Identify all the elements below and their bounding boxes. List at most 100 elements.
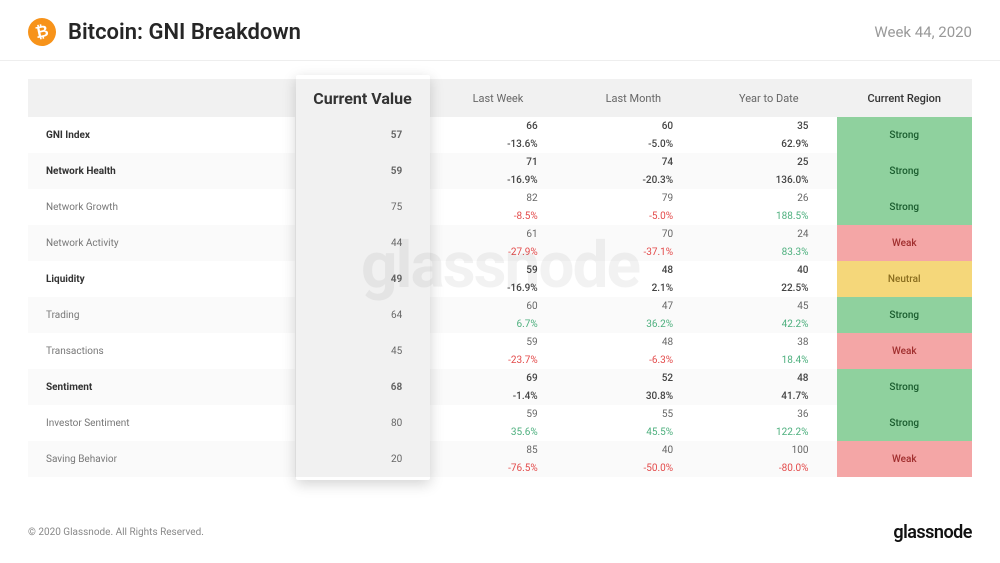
current-value: 68 [295,369,430,405]
last-week-pct: -16.9% [430,279,565,297]
last-month-pct: -50.0% [566,459,701,477]
last-week-pct: -76.5% [430,459,565,477]
last-week-pct: -27.9% [430,243,565,261]
ytd-pct: -80.0% [701,459,836,477]
last-month-value: 47 [566,297,701,315]
last-week-pct: -16.9% [430,171,565,189]
title-wrap: ₿ Bitcoin: GNI Breakdown [28,18,301,46]
region-badge: Strong [837,117,973,153]
last-week-value: 66 [430,117,565,135]
ytd-value: 26 [701,189,836,207]
last-month-value: 52 [566,369,701,387]
ytd-pct: 42.2% [701,315,836,333]
col-current: Current Value [295,79,430,117]
table-row: Liquidity 49 59 48 40 Neutral [28,261,972,279]
gni-table: Current Value Last Week Last Month Year … [28,79,972,477]
ytd-value: 35 [701,117,836,135]
metric-label: Network Growth [28,189,295,225]
metric-label: Network Health [28,153,295,189]
table-row: Sentiment 68 69 52 48 Strong [28,369,972,387]
ytd-value: 38 [701,333,836,351]
brand-logo: glassnode [893,522,972,543]
col-label [28,79,295,117]
table-header-row: Current Value Last Week Last Month Year … [28,79,972,117]
region-badge: Strong [837,369,973,405]
period-label: Week 44, 2020 [874,23,972,41]
table-row: Transactions 45 59 48 38 Weak [28,333,972,351]
last-week-value: 85 [430,441,565,459]
col-ytd: Year to Date [701,79,836,117]
table-row: Network Growth 75 82 79 26 Strong [28,189,972,207]
region-badge: Neutral [837,261,973,297]
last-week-value: 71 [430,153,565,171]
ytd-pct: 18.4% [701,351,836,369]
last-month-pct: 45.5% [566,423,701,441]
last-month-value: 48 [566,333,701,351]
last-week-value: 59 [430,405,565,423]
last-month-pct: -20.3% [566,171,701,189]
last-month-value: 79 [566,189,701,207]
bitcoin-icon: ₿ [25,15,58,48]
last-month-pct: 30.8% [566,387,701,405]
metric-label: Liquidity [28,261,295,297]
last-week-value: 59 [430,333,565,351]
last-month-pct: 2.1% [566,279,701,297]
last-month-pct: -6.3% [566,351,701,369]
last-month-pct: 36.2% [566,315,701,333]
metric-label: Trading [28,297,295,333]
current-value: 20 [295,441,430,477]
region-badge: Strong [837,153,973,189]
last-week-value: 69 [430,369,565,387]
table-row: GNI Index 57 66 60 35 Strong [28,117,972,135]
last-month-value: 70 [566,225,701,243]
last-month-value: 40 [566,441,701,459]
ytd-pct: 41.7% [701,387,836,405]
header: ₿ Bitcoin: GNI Breakdown Week 44, 2020 [0,0,1000,61]
metric-label: Network Activity [28,225,295,261]
last-week-pct: -23.7% [430,351,565,369]
metric-label: Saving Behavior [28,441,295,477]
last-week-value: 61 [430,225,565,243]
last-week-value: 82 [430,189,565,207]
last-month-pct: -5.0% [566,207,701,225]
ytd-pct: 62.9% [701,135,836,153]
last-week-pct: 6.7% [430,315,565,333]
ytd-value: 48 [701,369,836,387]
table-row: Trading 64 60 47 45 Strong [28,297,972,315]
region-badge: Strong [837,189,973,225]
ytd-value: 40 [701,261,836,279]
table-row: Network Activity 44 61 70 24 Weak [28,225,972,243]
ytd-pct: 136.0% [701,171,836,189]
last-week-pct: 35.6% [430,423,565,441]
table-wrap: Current Value Last Week Last Month Year … [0,61,1000,477]
last-month-value: 55 [566,405,701,423]
ytd-pct: 22.5% [701,279,836,297]
table-row: Saving Behavior 20 85 40 100 Weak [28,441,972,459]
footer: © 2020 Glassnode. All Rights Reserved. g… [28,522,972,543]
last-month-value: 74 [566,153,701,171]
current-value: 64 [295,297,430,333]
ytd-pct: 188.5% [701,207,836,225]
ytd-value: 36 [701,405,836,423]
last-week-value: 60 [430,297,565,315]
metric-label: GNI Index [28,117,295,153]
current-value: 59 [295,153,430,189]
region-badge: Weak [837,441,973,477]
col-region: Current Region [837,79,973,117]
last-month-value: 48 [566,261,701,279]
last-week-pct: -8.5% [430,207,565,225]
last-week-pct: -13.6% [430,135,565,153]
last-month-pct: -5.0% [566,135,701,153]
col-last-month: Last Month [566,79,701,117]
current-value: 44 [295,225,430,261]
current-value: 80 [295,405,430,441]
page-title: Bitcoin: GNI Breakdown [68,20,301,45]
ytd-pct: 83.3% [701,243,836,261]
current-value: 57 [295,117,430,153]
region-badge: Weak [837,333,973,369]
ytd-value: 25 [701,153,836,171]
current-value: 75 [295,189,430,225]
current-value: 49 [295,261,430,297]
table-row: Investor Sentiment 80 59 55 36 Strong [28,405,972,423]
ytd-value: 45 [701,297,836,315]
